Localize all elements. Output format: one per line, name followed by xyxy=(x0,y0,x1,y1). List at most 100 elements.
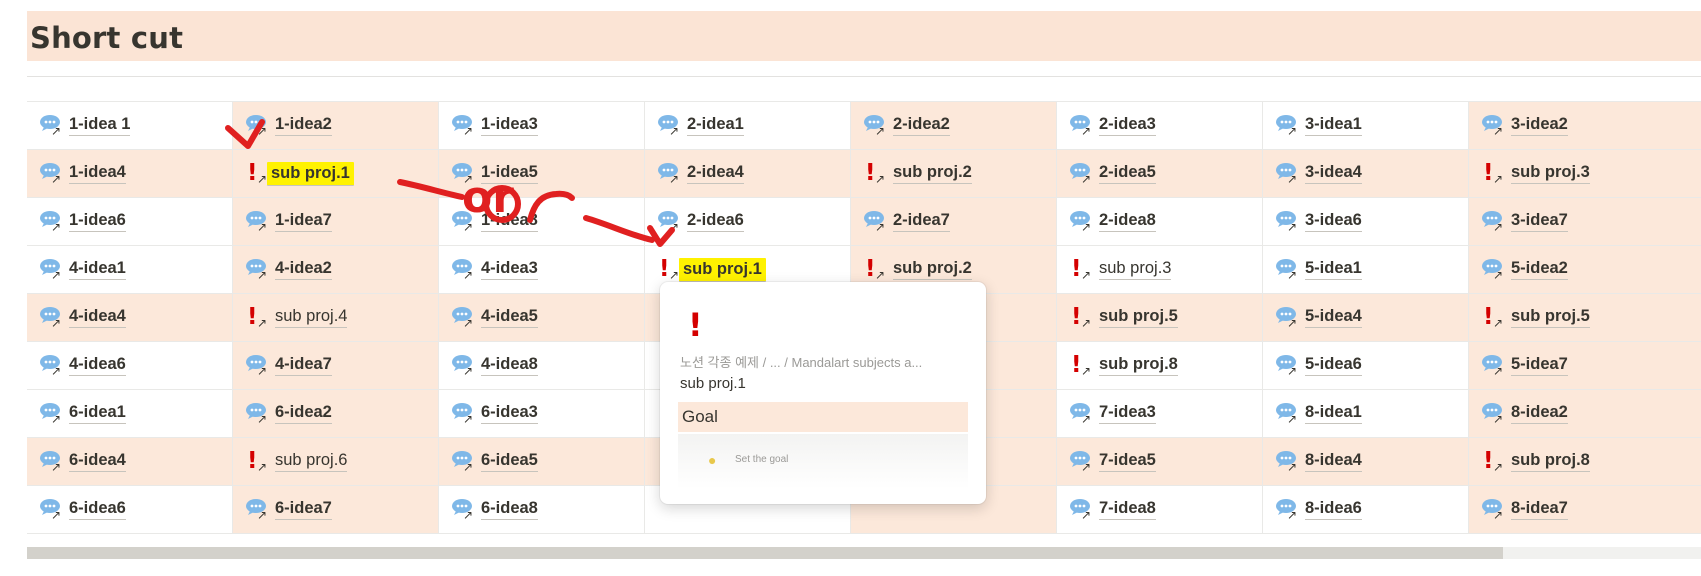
table-cell[interactable]: ↗ 6-idea4 xyxy=(27,438,233,485)
table-cell[interactable]: ↗ 3-idea1 xyxy=(1263,102,1469,149)
page-link[interactable]: 3-idea1 xyxy=(1305,115,1362,136)
table-cell[interactable]: ↗ 6-idea8 xyxy=(439,486,645,533)
table-cell[interactable]: ↗ 2-idea5 xyxy=(1057,150,1263,197)
page-link[interactable]: 3-idea6 xyxy=(1305,211,1362,232)
table-cell[interactable]: ↗ 4-idea4 xyxy=(27,294,233,341)
page-link[interactable]: sub proj.8 xyxy=(1099,355,1178,376)
page-link[interactable]: 1-idea5 xyxy=(481,163,538,184)
page-link[interactable]: 8-idea6 xyxy=(1305,499,1362,520)
table-cell[interactable]: ! ↗ sub proj.1 xyxy=(233,150,439,197)
table-cell[interactable]: ↗ 1-idea2 xyxy=(233,102,439,149)
preview-title[interactable]: sub proj.1 xyxy=(680,375,746,392)
page-link[interactable]: sub proj.5 xyxy=(1511,307,1590,328)
table-cell[interactable]: ↗ 1-idea3 xyxy=(439,102,645,149)
scrollbar-thumb[interactable] xyxy=(27,547,1503,559)
page-link[interactable]: 1-idea6 xyxy=(69,211,126,232)
table-cell[interactable]: ↗ 5-idea2 xyxy=(1469,246,1701,293)
table-cell[interactable]: ! ↗ sub proj.3 xyxy=(1057,246,1263,293)
page-link[interactable]: 5-idea7 xyxy=(1511,355,1568,376)
table-cell[interactable]: ↗ 2-idea6 xyxy=(645,198,851,245)
page-link[interactable]: 5-idea4 xyxy=(1305,307,1362,328)
page-link[interactable]: 7-idea3 xyxy=(1099,403,1156,424)
page-link[interactable]: 6-idea1 xyxy=(69,403,126,424)
table-cell[interactable]: ↗ 1-idea 1 xyxy=(27,102,233,149)
page-link[interactable]: 6-idea8 xyxy=(481,499,538,520)
table-cell[interactable]: ↗ 4-idea5 xyxy=(439,294,645,341)
page-link[interactable]: 6-idea6 xyxy=(69,499,126,520)
table-cell[interactable]: ! ↗ sub proj.8 xyxy=(1057,342,1263,389)
table-cell[interactable]: ↗ 7-idea5 xyxy=(1057,438,1263,485)
page-link[interactable]: sub proj.2 xyxy=(893,259,972,280)
page-link[interactable]: 7-idea8 xyxy=(1099,499,1156,520)
table-cell[interactable]: ↗ 5-idea6 xyxy=(1263,342,1469,389)
page-link[interactable]: sub proj.3 xyxy=(1099,259,1172,280)
table-cell[interactable]: ↗ 3-idea4 xyxy=(1263,150,1469,197)
table-cell[interactable]: ! ↗ sub proj.3 xyxy=(1469,150,1701,197)
page-link[interactable]: sub proj.4 xyxy=(275,307,348,328)
table-cell[interactable]: ↗ 5-idea7 xyxy=(1469,342,1701,389)
table-cell[interactable]: ↗ 3-idea6 xyxy=(1263,198,1469,245)
table-cell[interactable]: ↗ 2-idea8 xyxy=(1057,198,1263,245)
page-link[interactable]: 6-idea3 xyxy=(481,403,538,424)
table-cell[interactable]: ↗ 4-idea1 xyxy=(27,246,233,293)
page-link[interactable]: 2-idea1 xyxy=(687,115,744,136)
page-link[interactable]: 1-idea2 xyxy=(275,115,332,136)
table-cell[interactable]: ! ↗ sub proj.4 xyxy=(233,294,439,341)
table-cell[interactable]: ↗ 8-idea1 xyxy=(1263,390,1469,437)
page-link[interactable]: 2-idea4 xyxy=(687,163,744,184)
page-preview-popup[interactable]: ! 노션 각종 예제 / ... / Mandalart subjects a.… xyxy=(660,282,986,504)
table-cell[interactable]: ↗ 8-idea7 xyxy=(1469,486,1701,533)
page-link[interactable]: 5-idea1 xyxy=(1305,259,1362,280)
page-link[interactable]: 2-idea8 xyxy=(1099,211,1156,232)
page-link[interactable]: 8-idea2 xyxy=(1511,403,1568,424)
page-link[interactable]: 1-idea3 xyxy=(481,115,538,136)
table-cell[interactable]: ↗ 7-idea3 xyxy=(1057,390,1263,437)
table-cell[interactable]: ↗ 2-idea3 xyxy=(1057,102,1263,149)
page-link[interactable]: 1-idea8 xyxy=(481,211,538,232)
table-cell[interactable]: ↗ 6-idea6 xyxy=(27,486,233,533)
table-cell[interactable]: ! ↗ sub proj.8 xyxy=(1469,438,1701,485)
table-cell[interactable]: ↗ 3-idea2 xyxy=(1469,102,1701,149)
table-cell[interactable]: ↗ 3-idea7 xyxy=(1469,198,1701,245)
page-link[interactable]: 2-idea2 xyxy=(893,115,950,136)
table-cell[interactable]: ↗ 4-idea3 xyxy=(439,246,645,293)
table-cell[interactable]: ↗ 8-idea2 xyxy=(1469,390,1701,437)
table-cell[interactable]: ↗ 5-idea1 xyxy=(1263,246,1469,293)
table-cell[interactable]: ↗ 8-idea6 xyxy=(1263,486,1469,533)
page-link[interactable]: 4-idea1 xyxy=(69,259,126,280)
table-cell[interactable]: ! ↗ sub proj.6 xyxy=(233,438,439,485)
page-link[interactable]: 8-idea7 xyxy=(1511,499,1568,520)
table-cell[interactable]: ↗ 2-idea1 xyxy=(645,102,851,149)
page-link[interactable]: 5-idea6 xyxy=(1305,355,1362,376)
page-link[interactable]: 6-idea4 xyxy=(69,451,126,472)
page-link[interactable]: 8-idea1 xyxy=(1305,403,1362,424)
page-link[interactable]: 4-idea8 xyxy=(481,355,538,376)
table-cell[interactable]: ↗ 1-idea4 xyxy=(27,150,233,197)
page-link[interactable]: 5-idea2 xyxy=(1511,259,1568,280)
page-link[interactable]: sub proj.1 xyxy=(679,257,766,282)
page-link[interactable]: 7-idea5 xyxy=(1099,451,1156,472)
table-cell[interactable]: ↗ 6-idea2 xyxy=(233,390,439,437)
table-cell[interactable]: ↗ 2-idea7 xyxy=(851,198,1057,245)
page-link[interactable]: 8-idea4 xyxy=(1305,451,1362,472)
table-cell[interactable]: ↗ 6-idea3 xyxy=(439,390,645,437)
table-cell[interactable]: ↗ 4-idea7 xyxy=(233,342,439,389)
table-cell[interactable]: ↗ 4-idea8 xyxy=(439,342,645,389)
page-link[interactable]: 2-idea3 xyxy=(1099,115,1156,136)
page-link[interactable]: sub proj.3 xyxy=(1511,163,1590,184)
horizontal-scrollbar[interactable] xyxy=(27,547,1701,559)
table-cell[interactable]: ! ↗ sub proj.2 xyxy=(851,150,1057,197)
table-cell[interactable]: ↗ 4-idea6 xyxy=(27,342,233,389)
page-link[interactable]: 6-idea2 xyxy=(275,403,332,424)
table-cell[interactable]: ↗ 2-idea4 xyxy=(645,150,851,197)
page-link[interactable]: 2-idea7 xyxy=(893,211,950,232)
table-cell[interactable]: ↗ 6-idea7 xyxy=(233,486,439,533)
page-link[interactable]: 2-idea5 xyxy=(1099,163,1156,184)
page-link[interactable]: 2-idea6 xyxy=(687,211,744,232)
page-link[interactable]: sub proj.1 xyxy=(267,161,354,186)
page-link[interactable]: sub proj.5 xyxy=(1099,307,1178,328)
table-cell[interactable]: ↗ 1-idea6 xyxy=(27,198,233,245)
page-link[interactable]: 3-idea4 xyxy=(1305,163,1362,184)
page-link[interactable]: 3-idea2 xyxy=(1511,115,1568,136)
table-cell[interactable]: ↗ 4-idea2 xyxy=(233,246,439,293)
